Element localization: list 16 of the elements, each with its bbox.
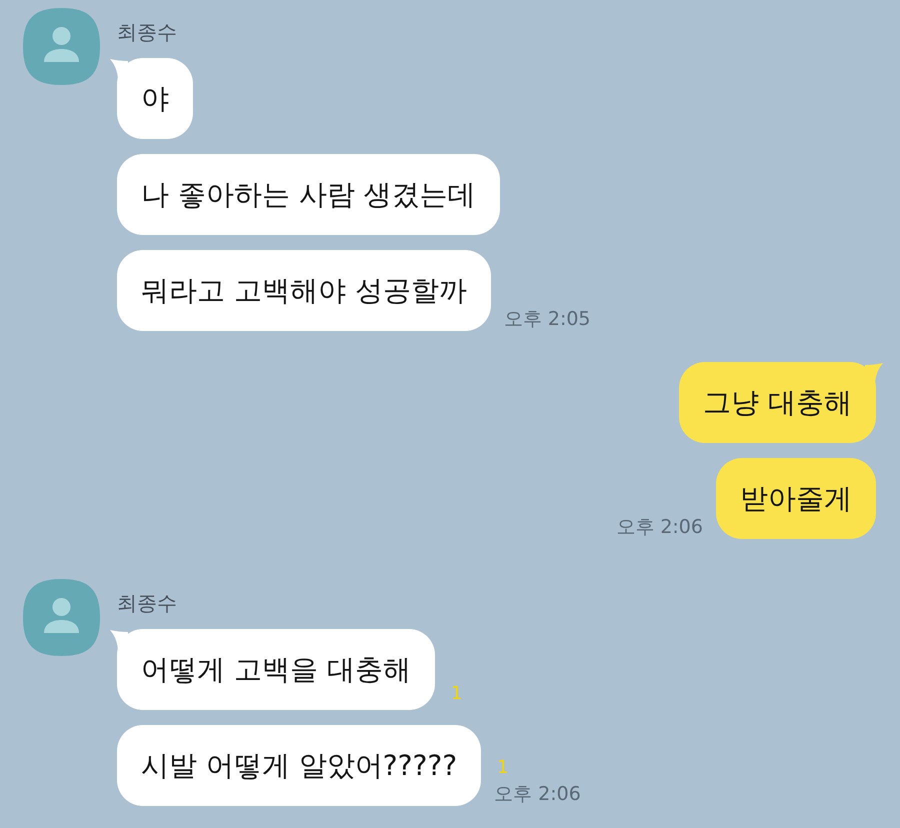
unread-count: 1 <box>496 757 509 779</box>
sender-name: 최종수 <box>117 20 177 44</box>
message-bubble: 시발 어떻게 알았어????? <box>117 725 482 806</box>
sender-name: 최종수 <box>117 591 177 615</box>
person-avatar-icon[interactable] <box>23 579 100 656</box>
message-bubble: 그냥 대충해 <box>679 362 876 443</box>
message-bubble: 받아줄게 <box>716 458 876 539</box>
message-time: 오후 2:06 <box>494 783 581 805</box>
message-time: 오후 2:06 <box>616 516 703 538</box>
message-bubble: 나 좋아하는 사람 생겼는데 <box>117 154 500 235</box>
person-avatar-icon[interactable] <box>23 8 100 85</box>
message-time: 오후 2:05 <box>504 308 591 330</box>
message-bubble: 야 <box>117 58 193 139</box>
unread-count: 1 <box>450 683 462 705</box>
message-bubble: 어떻게 고백을 대충해 <box>117 629 435 710</box>
message-bubble: 뭐라고 고백해야 성공할까 <box>117 250 491 331</box>
